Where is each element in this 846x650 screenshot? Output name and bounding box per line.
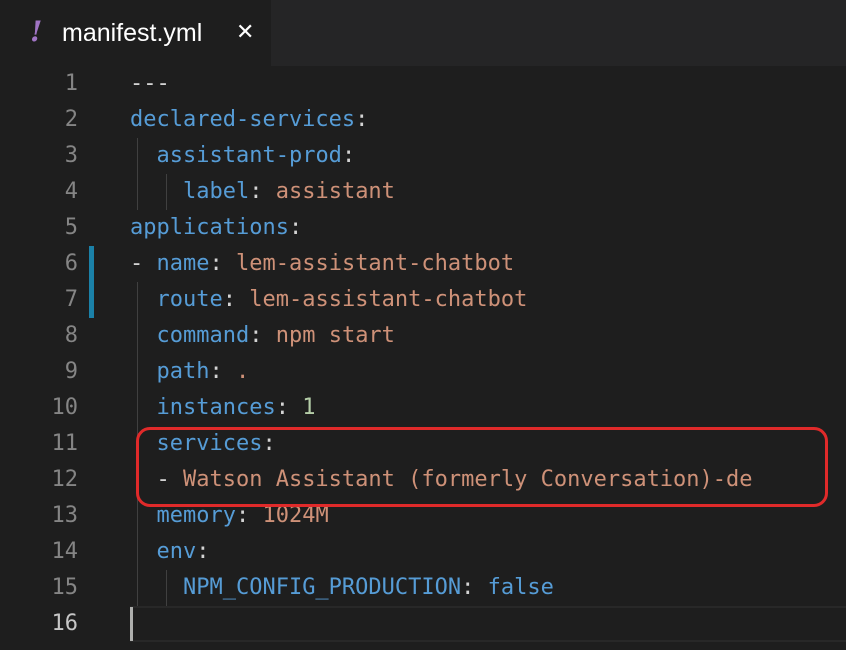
yaml-punctuation: --- bbox=[130, 71, 170, 96]
code-line[interactable]: 3 assistant-prod: bbox=[0, 138, 846, 174]
code-line[interactable]: 1 --- bbox=[0, 66, 846, 102]
yaml-punctuation bbox=[130, 395, 157, 420]
code-line[interactable]: 9 path: . bbox=[0, 354, 846, 390]
line-number: 13 bbox=[51, 503, 79, 528]
code-line[interactable]: 10 instances: 1 bbox=[0, 390, 846, 426]
code-line[interactable]: 16 bbox=[0, 606, 846, 642]
yaml-punctuation: : bbox=[288, 215, 303, 240]
line-number: 2 bbox=[64, 107, 78, 132]
code-line[interactable]: 15 NPM_CONFIG_PRODUCTION: false bbox=[0, 570, 846, 606]
line-number: 15 bbox=[51, 575, 79, 600]
code-editor[interactable]: 1 --- 2 declared-services: 3 assistant-prod:… bbox=[0, 66, 846, 650]
line-code: instances: 1 bbox=[130, 390, 316, 426]
line-number: 7 bbox=[64, 287, 78, 312]
yaml-key: path bbox=[156, 359, 210, 384]
line-number: 9 bbox=[64, 359, 78, 384]
yaml-punctuation: - bbox=[130, 251, 157, 276]
code-line[interactable]: 7 route: lem-assistant-chatbot bbox=[0, 282, 846, 318]
services-annotation-box bbox=[136, 427, 828, 507]
yaml-key: declared-services bbox=[130, 107, 356, 132]
yaml-punctuation bbox=[130, 323, 157, 348]
yaml-key: label bbox=[182, 179, 250, 204]
code-line[interactable]: 5 applications: bbox=[0, 210, 846, 246]
yaml-punctuation: : bbox=[222, 287, 250, 312]
line-number: 3 bbox=[64, 143, 78, 168]
yaml-punctuation bbox=[130, 287, 157, 312]
line-number: 1 bbox=[64, 71, 78, 96]
yaml-punctuation: : bbox=[209, 251, 236, 276]
yaml-punctuation bbox=[130, 359, 157, 384]
line-number: 8 bbox=[64, 323, 78, 348]
line-code: declared-services: bbox=[130, 102, 368, 138]
yaml-punctuation: : bbox=[341, 143, 356, 168]
tab-manifest-yml[interactable]: ! manifest.yml ✕ bbox=[0, 0, 271, 66]
yaml-value: lem-assistant-chatbot bbox=[249, 287, 528, 312]
line-code: NPM_CONFIG_PRODUCTION: false bbox=[130, 570, 554, 606]
line-code: applications: bbox=[130, 210, 302, 246]
yaml-punctuation: : bbox=[249, 179, 276, 204]
line-code: label: assistant bbox=[130, 174, 395, 210]
line-number: 10 bbox=[51, 395, 79, 420]
line-number: 4 bbox=[64, 179, 78, 204]
line-number: 16 bbox=[51, 611, 79, 636]
yaml-punctuation: : bbox=[461, 575, 488, 600]
code-line[interactable]: 8 command: npm start bbox=[0, 318, 846, 354]
yaml-file-icon: ! bbox=[30, 15, 43, 48]
yaml-key: command bbox=[156, 323, 250, 348]
yaml-value: lem-assistant-chatbot bbox=[235, 251, 515, 276]
yaml-key: false bbox=[487, 575, 554, 600]
line-number: 11 bbox=[51, 431, 79, 456]
yaml-key: env bbox=[156, 539, 197, 564]
line-code: command: npm start bbox=[130, 318, 395, 354]
yaml-number: 1 bbox=[302, 395, 316, 420]
code-line[interactable]: 6 - name: lem-assistant-chatbot bbox=[0, 246, 846, 282]
tab-title: manifest.yml bbox=[62, 19, 203, 47]
yaml-value: npm start bbox=[275, 323, 395, 348]
code-line[interactable]: 2 declared-services: bbox=[0, 102, 846, 138]
yaml-punctuation: : bbox=[249, 323, 276, 348]
yaml-key: applications bbox=[130, 215, 289, 240]
line-code: - name: lem-assistant-chatbot bbox=[130, 246, 514, 282]
line-code: route: lem-assistant-chatbot bbox=[130, 282, 528, 318]
line-number: 12 bbox=[51, 467, 79, 492]
yaml-key: route bbox=[156, 287, 223, 312]
yaml-value: assistant bbox=[275, 179, 395, 204]
code-line[interactable]: 4 label: assistant bbox=[0, 174, 846, 210]
tab-bar: ! manifest.yml ✕ bbox=[0, 0, 846, 66]
yaml-punctuation bbox=[130, 539, 157, 564]
line-number: 6 bbox=[64, 251, 78, 276]
yaml-punctuation bbox=[130, 575, 183, 600]
line-code: --- bbox=[130, 66, 170, 102]
line-code: assistant-prod: bbox=[130, 138, 356, 174]
yaml-punctuation: : bbox=[196, 539, 210, 564]
yaml-key: assistant-prod bbox=[156, 143, 342, 168]
line-number: 14 bbox=[51, 539, 79, 564]
yaml-punctuation: : bbox=[209, 359, 236, 384]
yaml-punctuation: : bbox=[275, 395, 303, 420]
yaml-value: . bbox=[235, 359, 250, 384]
line-code: path: . bbox=[130, 354, 250, 390]
yaml-key: name bbox=[156, 251, 210, 276]
line-code: env: bbox=[130, 534, 210, 570]
close-icon[interactable]: ✕ bbox=[236, 17, 254, 49]
yaml-key: instances bbox=[156, 395, 276, 420]
code-line[interactable]: 14 env: bbox=[0, 534, 846, 570]
yaml-key: NPM_CONFIG_PRODUCTION bbox=[182, 575, 462, 600]
line-number: 5 bbox=[64, 215, 78, 240]
yaml-punctuation bbox=[130, 179, 183, 204]
yaml-punctuation: : bbox=[355, 107, 369, 132]
yaml-punctuation bbox=[130, 143, 157, 168]
